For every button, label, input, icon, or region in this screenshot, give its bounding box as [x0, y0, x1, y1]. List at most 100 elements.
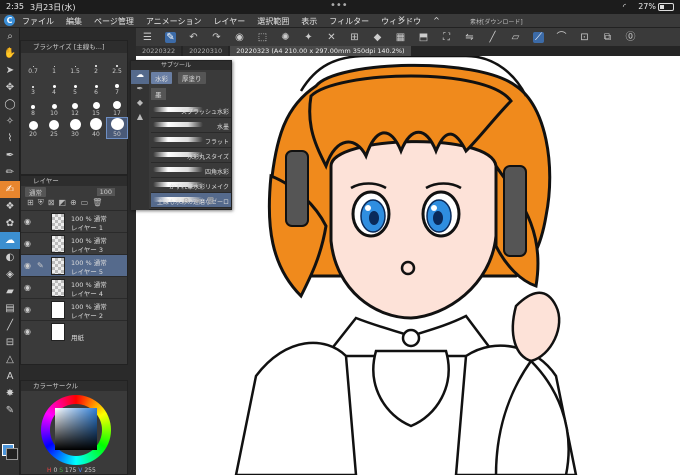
select-icon[interactable]: ⬒: [418, 32, 429, 43]
star-icon[interactable]: ✦: [303, 32, 314, 43]
line-icon[interactable]: ╱: [487, 32, 498, 43]
watercolor-category-icon[interactable]: ☁: [131, 70, 149, 84]
gradient-icon[interactable]: ▤: [0, 300, 20, 317]
fill-bucket-icon[interactable]: ◈: [0, 266, 20, 283]
sun-icon[interactable]: ✺: [280, 32, 291, 43]
brush-size-option[interactable]: 8: [23, 97, 43, 117]
brush-size-option[interactable]: 6: [86, 76, 106, 96]
blend-mode-select[interactable]: 通常: [25, 187, 46, 197]
close-icon[interactable]: ✕: [398, 15, 406, 25]
brush-size-option[interactable]: 1: [44, 55, 64, 75]
brush-size-option[interactable]: 10: [44, 97, 64, 117]
operation-icon[interactable]: ➤: [0, 62, 20, 79]
brush-size-option[interactable]: 7: [107, 76, 127, 96]
redo-icon[interactable]: ↷: [211, 32, 222, 43]
pen-icon[interactable]: ✒: [0, 147, 20, 164]
group-watercolor[interactable]: 水彩: [151, 72, 172, 84]
brush-size-option[interactable]: 20: [23, 118, 43, 138]
copy-icon[interactable]: ⧉: [195, 197, 200, 206]
folder-icon[interactable]: ▭: [81, 198, 89, 210]
group-ink[interactable]: 墨: [151, 88, 166, 100]
group-thick-paint[interactable]: 厚塗り: [178, 72, 206, 84]
grid-icon[interactable]: ▦: [395, 32, 406, 43]
brush-size-option[interactable]: 17: [107, 97, 127, 117]
ink-category-icon[interactable]: ✒: [131, 84, 149, 98]
magic-wand-icon[interactable]: ✧: [0, 113, 20, 130]
text-icon[interactable]: A: [0, 368, 20, 385]
eye-dropper-icon[interactable]: ◉: [234, 32, 245, 43]
hand-icon[interactable]: ✋: [0, 45, 20, 62]
layer-row[interactable]: ◉ 100 % 通常 レイヤー 2: [21, 298, 127, 320]
saturation-value-square[interactable]: [55, 408, 97, 450]
multitasking-dots[interactable]: •••: [330, 0, 348, 11]
menu-file[interactable]: ファイル: [22, 16, 54, 27]
subtool-brush-item[interactable]: 四角水彩: [151, 163, 231, 178]
subtool-brush-item[interactable]: 水墨: [151, 118, 231, 133]
transform-icon[interactable]: ⛶: [441, 32, 452, 43]
brush-size-option[interactable]: 2: [86, 55, 106, 75]
decoration-icon[interactable]: ✿: [0, 215, 20, 232]
fill-icon[interactable]: ◆: [372, 32, 383, 43]
subtool-brush-item[interactable]: フラット: [151, 133, 231, 148]
brush-size-option[interactable]: 40: [86, 118, 106, 138]
visibility-eye-icon[interactable]: ◉: [24, 283, 31, 292]
eyedropper-icon[interactable]: ⌇: [0, 130, 20, 147]
menu-collapse[interactable]: ^: [433, 16, 440, 27]
brush-size-option[interactable]: 15: [86, 97, 106, 117]
lasso-icon[interactable]: ◯: [0, 96, 20, 113]
undo-icon[interactable]: ↶: [188, 32, 199, 43]
brush-size-option[interactable]: 4: [44, 76, 64, 96]
layer-row[interactable]: ◉ 用紙: [21, 320, 127, 342]
menu-page[interactable]: ページ管理: [94, 16, 134, 27]
tab-20220323[interactable]: 20220323 (A4 210.00 x 297.00mm 350dpi 14…: [230, 46, 411, 56]
brush-size-option[interactable]: 1.5: [65, 55, 85, 75]
shape-icon[interactable]: ▱: [510, 32, 521, 43]
crop2-icon[interactable]: ⊡: [579, 32, 590, 43]
clip-icon[interactable]: ⊞: [27, 198, 34, 210]
layer-row[interactable]: ◉ 100 % 通常 レイヤー 4: [21, 276, 127, 298]
pen-mode-icon[interactable]: ✎: [165, 31, 176, 43]
move-layer-icon[interactable]: ✥: [0, 79, 20, 96]
delete-icon[interactable]: 🗑: [92, 198, 102, 210]
new-layer-icon[interactable]: ⊕: [70, 198, 77, 210]
layer-row[interactable]: ◉ 100 % 通常 レイヤー 3: [21, 232, 127, 254]
layer-row[interactable]: ◉ 100 % 通常 レイヤー 1: [21, 210, 127, 232]
visibility-eye-icon[interactable]: ◉: [24, 305, 31, 314]
balloon-icon[interactable]: ✸: [0, 385, 20, 402]
frame-icon[interactable]: ⊟: [0, 334, 20, 351]
menu-filter[interactable]: フィルター: [329, 16, 369, 27]
subtool-brush-item[interactable]: 水彩丸スタイズ: [151, 148, 231, 163]
clear-icon[interactable]: ✕: [326, 32, 337, 43]
brush-size-option[interactable]: 0.7: [23, 55, 43, 75]
subtool-brush-item[interactable]: スプラッシュ水彩: [151, 103, 231, 118]
layer-row[interactable]: ◉ ✎ 100 % 通常 レイヤー 5: [21, 254, 127, 276]
stabilizer-icon[interactable]: ⟋: [533, 31, 544, 43]
flip-icon[interactable]: ⇋: [464, 32, 475, 43]
brush-size-option[interactable]: 2.5: [107, 55, 127, 75]
crop-icon[interactable]: ⊞: [349, 32, 360, 43]
visibility-eye-icon[interactable]: ◉: [24, 261, 31, 270]
brush-size-option[interactable]: 50: [106, 117, 128, 139]
blend-icon[interactable]: ◐: [0, 249, 20, 266]
trash-icon[interactable]: 🗑: [206, 197, 215, 206]
visibility-eye-icon[interactable]: ◉: [24, 327, 31, 336]
menu-selection[interactable]: 選択範囲: [257, 16, 289, 27]
menu-icon[interactable]: ☰: [142, 32, 153, 43]
brush-size-option[interactable]: 25: [44, 118, 64, 138]
pastel-category-icon[interactable]: ▲: [131, 112, 149, 126]
quick-access-icon[interactable]: ⓪: [625, 32, 636, 43]
line-correct-icon[interactable]: ✎: [0, 402, 20, 419]
tab-20220322[interactable]: 20220322: [136, 46, 182, 56]
subtool-brush-item[interactable]: かすれ筆水彩リメイク: [151, 178, 231, 193]
brush-size-option[interactable]: 3: [23, 76, 43, 96]
mask-icon[interactable]: ◩: [58, 198, 66, 210]
app-logo-icon[interactable]: C: [4, 15, 15, 26]
menu-layer[interactable]: レイヤー: [214, 16, 246, 27]
deselect-icon[interactable]: ⬚: [257, 32, 268, 43]
oil-category-icon[interactable]: ◆: [131, 98, 149, 112]
tab-20220310[interactable]: 20220310: [183, 46, 229, 56]
brush-size-option[interactable]: 5: [65, 76, 85, 96]
menu-view[interactable]: 表示: [301, 16, 317, 27]
brush-size-option[interactable]: 30: [65, 118, 85, 138]
lock-icon[interactable]: ⧉: [602, 32, 613, 43]
